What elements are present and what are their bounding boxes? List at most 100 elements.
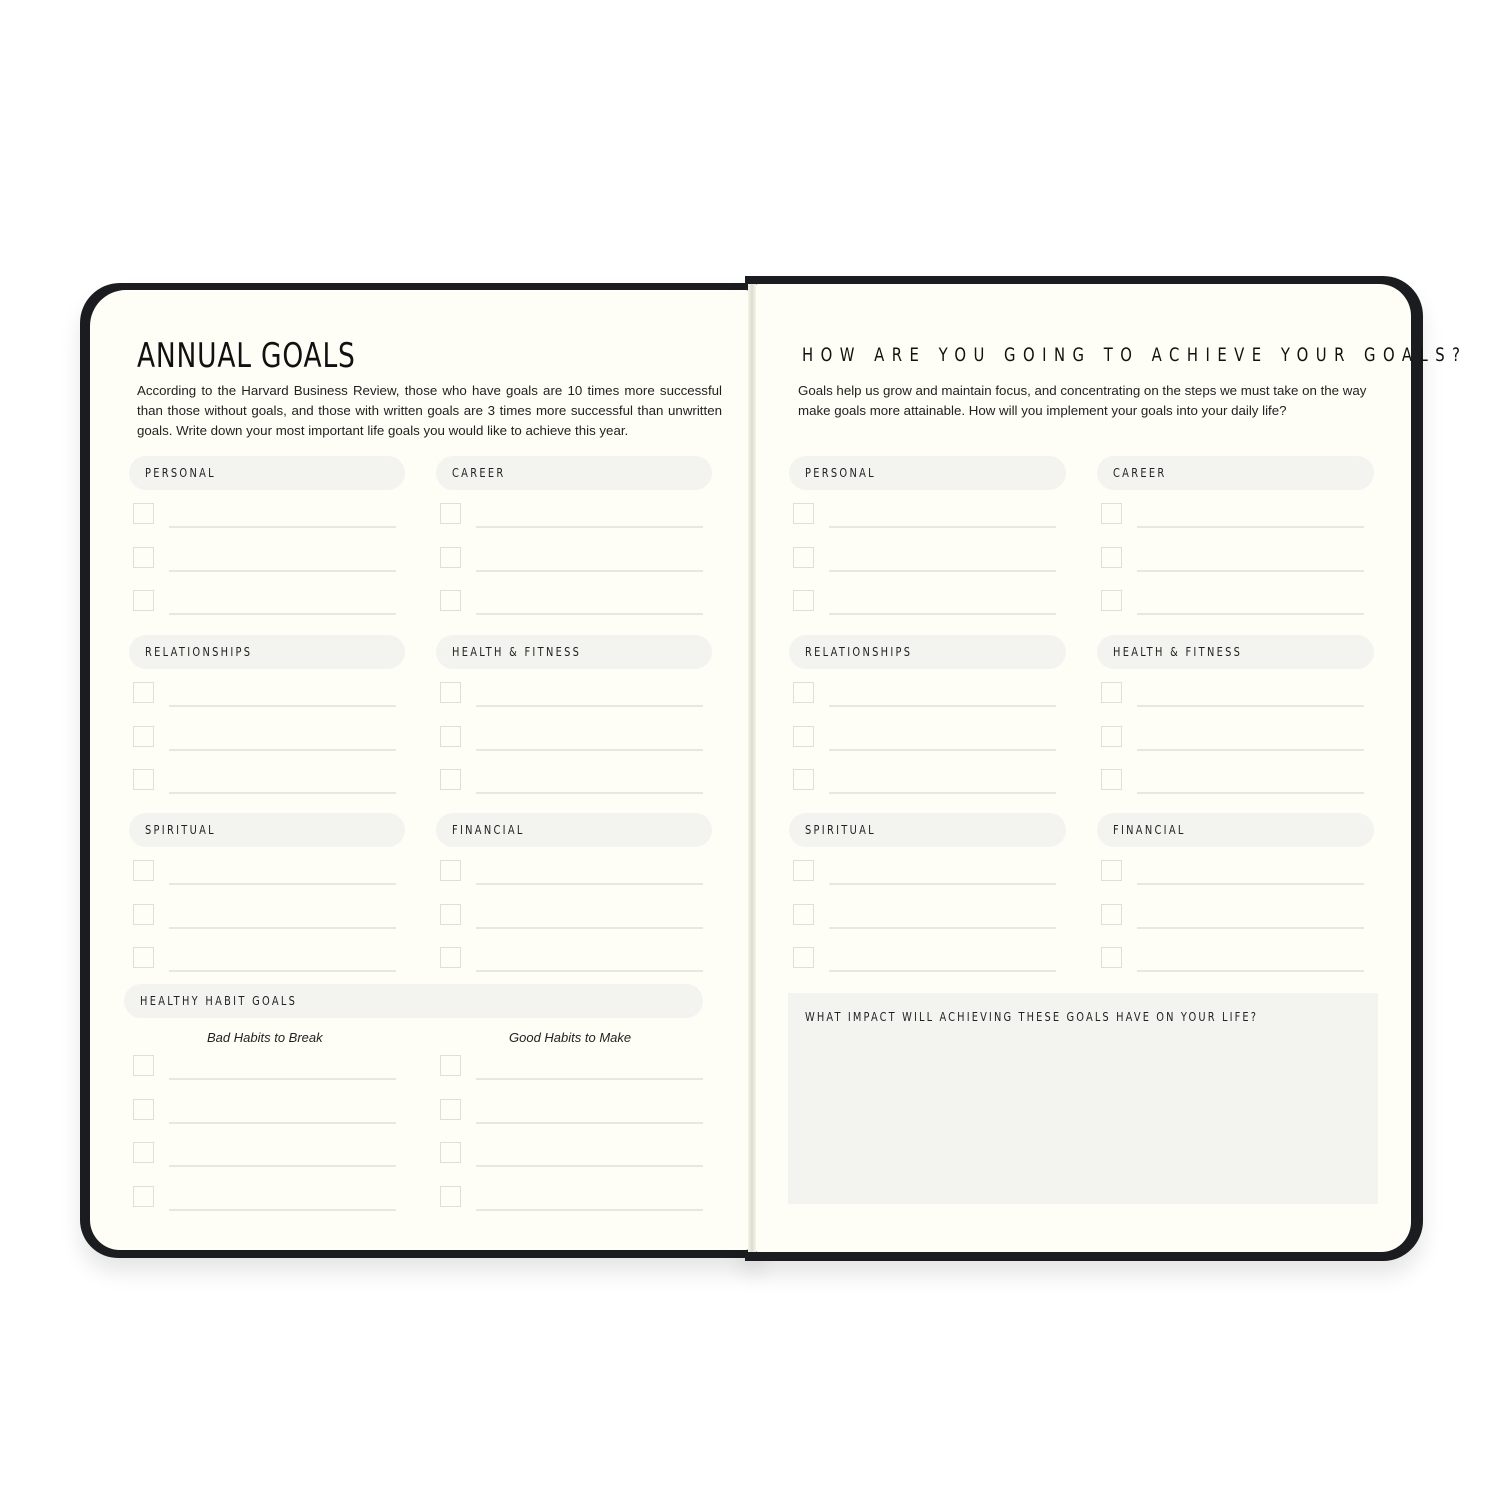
goal-checkbox[interactable] (793, 503, 814, 524)
section-label: PERSONAL (805, 466, 876, 480)
goal-write-line[interactable] (476, 749, 703, 751)
goal-write-line[interactable] (169, 705, 396, 707)
habit-checkbox[interactable] (133, 1186, 154, 1207)
goal-write-line[interactable] (169, 526, 396, 528)
goal-write-line[interactable] (1137, 570, 1364, 572)
goal-checkbox[interactable] (133, 590, 154, 611)
goal-write-line[interactable] (829, 705, 1056, 707)
habit-write-line[interactable] (476, 1078, 703, 1080)
goal-checkbox[interactable] (1101, 547, 1122, 568)
goal-write-line[interactable] (169, 792, 396, 794)
habit-checkbox[interactable] (133, 1142, 154, 1163)
good-habits-subheading: Good Habits to Make (509, 1030, 632, 1045)
goal-checkbox[interactable] (440, 769, 461, 790)
goal-write-line[interactable] (476, 792, 703, 794)
goal-checkbox[interactable] (133, 726, 154, 747)
goal-checkbox[interactable] (793, 769, 814, 790)
goal-checkbox[interactable] (793, 590, 814, 611)
habit-checkbox[interactable] (440, 1055, 461, 1076)
habit-write-line[interactable] (476, 1122, 703, 1124)
goal-write-line[interactable] (476, 526, 703, 528)
goal-write-line[interactable] (476, 927, 703, 929)
goal-checkbox[interactable] (440, 590, 461, 611)
habit-write-line[interactable] (169, 1209, 396, 1211)
goal-write-line[interactable] (476, 570, 703, 572)
goal-checkbox[interactable] (793, 726, 814, 747)
habit-checkbox[interactable] (440, 1099, 461, 1120)
goal-checkbox[interactable] (440, 947, 461, 968)
goal-checkbox[interactable] (133, 547, 154, 568)
goal-checkbox[interactable] (133, 860, 154, 881)
goal-checkbox[interactable] (133, 769, 154, 790)
goal-checkbox[interactable] (440, 682, 461, 703)
habit-checkbox[interactable] (440, 1142, 461, 1163)
habit-write-line[interactable] (169, 1165, 396, 1167)
section-label: HEALTH & FITNESS (1113, 645, 1243, 659)
goal-write-line[interactable] (1137, 526, 1364, 528)
habit-write-line[interactable] (476, 1165, 703, 1167)
section-label: SPIRITUAL (145, 823, 216, 837)
goal-write-line[interactable] (1137, 705, 1364, 707)
habit-write-line[interactable] (169, 1078, 396, 1080)
goal-checkbox[interactable] (793, 682, 814, 703)
goal-checkbox[interactable] (440, 726, 461, 747)
goal-write-line[interactable] (829, 570, 1056, 572)
goal-write-line[interactable] (829, 749, 1056, 751)
section-label: PERSONAL (145, 466, 216, 480)
habit-checkbox[interactable] (440, 1186, 461, 1207)
goal-write-line[interactable] (1137, 970, 1364, 972)
goal-write-line[interactable] (1137, 749, 1364, 751)
habit-checkbox[interactable] (133, 1099, 154, 1120)
goal-write-line[interactable] (169, 927, 396, 929)
section-header-personal: PERSONAL (789, 456, 1066, 490)
habit-write-line[interactable] (169, 1122, 396, 1124)
section-label: CAREER (452, 466, 506, 480)
goal-checkbox[interactable] (1101, 947, 1122, 968)
goal-checkbox[interactable] (440, 547, 461, 568)
goal-checkbox[interactable] (793, 947, 814, 968)
goal-write-line[interactable] (476, 613, 703, 615)
habit-write-line[interactable] (476, 1209, 703, 1211)
habit-checkbox[interactable] (133, 1055, 154, 1076)
goal-write-line[interactable] (829, 613, 1056, 615)
goal-checkbox[interactable] (793, 860, 814, 881)
goal-write-line[interactable] (169, 613, 396, 615)
goal-checkbox[interactable] (1101, 904, 1122, 925)
goal-write-line[interactable] (476, 970, 703, 972)
goal-checkbox[interactable] (440, 503, 461, 524)
goal-write-line[interactable] (169, 883, 396, 885)
page-title-achieve-goals: HOW ARE YOU GOING TO ACHIEVE YOUR GOALS? (802, 344, 1468, 366)
goal-checkbox[interactable] (440, 860, 461, 881)
goal-checkbox[interactable] (133, 503, 154, 524)
goal-checkbox[interactable] (793, 547, 814, 568)
goal-write-line[interactable] (829, 792, 1056, 794)
goal-write-line[interactable] (476, 705, 703, 707)
goal-checkbox[interactable] (1101, 503, 1122, 524)
goal-checkbox[interactable] (133, 904, 154, 925)
goal-checkbox[interactable] (440, 904, 461, 925)
goal-checkbox[interactable] (1101, 769, 1122, 790)
goal-write-line[interactable] (169, 970, 396, 972)
goal-write-line[interactable] (1137, 613, 1364, 615)
goal-write-line[interactable] (829, 526, 1056, 528)
goal-checkbox[interactable] (1101, 590, 1122, 611)
goal-checkbox[interactable] (1101, 860, 1122, 881)
impact-reflection-box[interactable]: WHAT IMPACT WILL ACHIEVING THESE GOALS H… (788, 993, 1378, 1204)
goal-checkbox[interactable] (133, 682, 154, 703)
goal-write-line[interactable] (476, 883, 703, 885)
goal-write-line[interactable] (829, 883, 1056, 885)
goal-write-line[interactable] (829, 927, 1056, 929)
section-header-career: CAREER (1097, 456, 1374, 490)
section-label: HEALTHY HABIT GOALS (140, 994, 298, 1008)
goal-checkbox[interactable] (133, 947, 154, 968)
goal-write-line[interactable] (1137, 883, 1364, 885)
section-label: HEALTH & FITNESS (452, 645, 582, 659)
goal-checkbox[interactable] (1101, 726, 1122, 747)
goal-write-line[interactable] (169, 570, 396, 572)
goal-write-line[interactable] (169, 749, 396, 751)
goal-checkbox[interactable] (1101, 682, 1122, 703)
goal-checkbox[interactable] (793, 904, 814, 925)
goal-write-line[interactable] (829, 970, 1056, 972)
goal-write-line[interactable] (1137, 792, 1364, 794)
goal-write-line[interactable] (1137, 927, 1364, 929)
